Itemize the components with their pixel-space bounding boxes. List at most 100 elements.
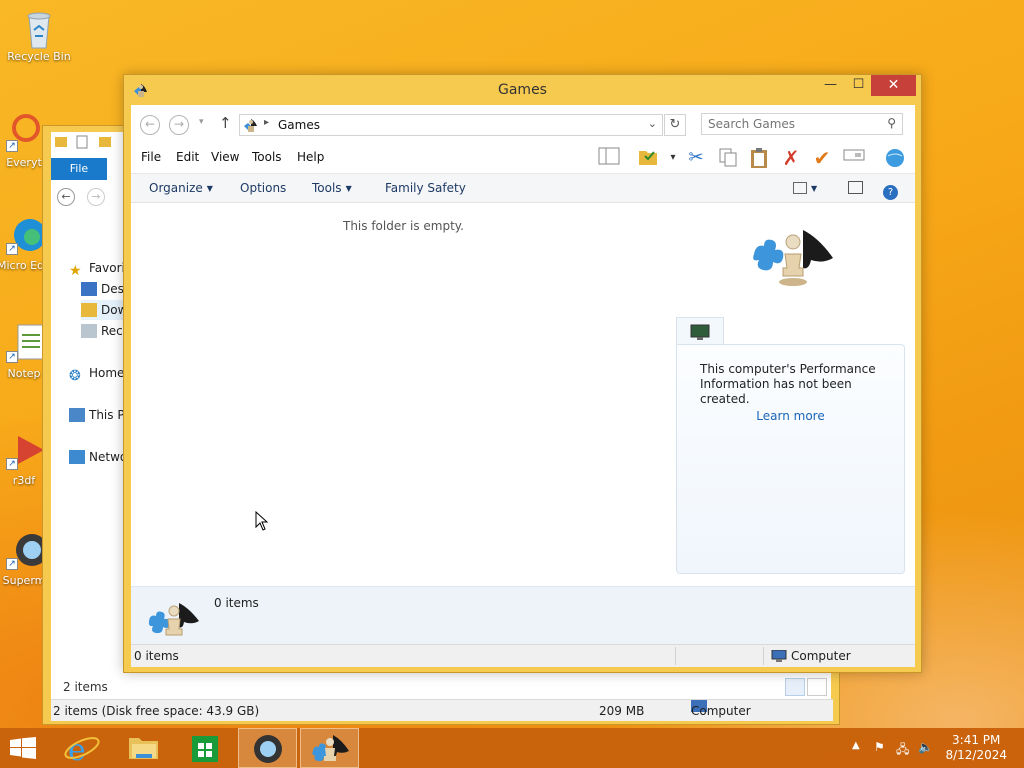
file-tab[interactable]: File [51,158,107,180]
computer-icon [69,408,85,422]
menu-file[interactable]: File [141,150,161,164]
svg-text:e: e [68,733,86,768]
r3df-icon: ↗ [4,430,44,470]
games-logo-icon [753,230,833,286]
taskbar-store[interactable] [176,728,235,768]
preview-pane-toggle[interactable] [848,181,863,195]
recent-locations-dropdown-icon[interactable]: ▾ [199,117,204,127]
recycle-bin-icon [19,6,59,49]
tools-button[interactable]: Tools ▼ [312,181,352,195]
options-button[interactable]: Options [240,181,286,195]
delete-icon[interactable]: ✗ [779,147,803,169]
mouse-cursor-icon [255,511,269,531]
downloads-folder-icon [81,303,97,317]
menu-tools[interactable]: Tools [252,150,282,164]
forward-arrow-icon[interactable]: → [169,115,189,135]
start-windows-icon[interactable] [10,737,36,759]
desktop-icon-label: Superm [2,574,46,587]
status-location: Computer [771,645,851,667]
taskbar: e ▲ ⚑ 🖧 🔈 3:41 PM 8/12/2024 [0,728,1024,768]
size-text: 209 MB [599,704,645,718]
view-toggle [783,678,827,699]
maximize-button[interactable]: ☐ [844,75,873,96]
tree-item-homegroup[interactable]: ❂ Home [69,363,124,384]
back-arrow-icon[interactable]: ← [57,188,75,206]
folder-icon [129,738,158,759]
quick-access-toolbar [55,134,115,152]
rename-icon[interactable] [842,147,866,169]
desktop-folder-icon [81,282,97,296]
forward-arrow-icon[interactable]: → [86,188,105,206]
organize-button[interactable]: Organize ▼ [149,181,213,195]
taskbar-games[interactable] [300,728,359,768]
performance-tab[interactable] [676,317,724,345]
games-window[interactable]: Games — ☐ ✕ ← → ▾ ↑ ▸ Games ⌄ ↻ ⚲ File [123,74,922,673]
menu-view[interactable]: View [211,150,239,164]
desktop-icon-label: r3df [12,474,36,487]
desktop-icon-label: Everyt [6,156,42,169]
paste-icon[interactable] [747,147,771,169]
taskbar-superm-app[interactable] [238,728,297,768]
action-center-flag-icon[interactable]: ⚑ [874,740,885,754]
breadcrumb-games[interactable]: Games [278,118,320,132]
taskbar-file-explorer[interactable] [114,728,173,768]
file-list-area[interactable]: This folder is empty. This computer's Pe… [131,204,915,586]
tree-item-network[interactable]: Netwo [69,447,127,467]
shortcut-arrow-icon: ↗ [6,458,18,470]
superm-icon [254,735,282,763]
monitor-icon [690,324,710,340]
store-icon [192,736,218,762]
shortcut-arrow-icon: ↗ [6,243,18,255]
minimize-button[interactable]: — [816,75,845,96]
menu-help[interactable]: Help [297,150,324,164]
copy-icon[interactable] [716,147,740,169]
search-icon[interactable]: ⚲ [887,116,896,130]
taskbar-internet-explorer[interactable]: e [52,728,111,768]
desktop-icon-recycle-bin[interactable]: Recycle Bin [1,6,77,63]
window-title: Games [498,82,547,98]
status-divider [763,647,764,665]
clock[interactable]: 3:41 PM 8/12/2024 [945,733,1007,763]
shortcut-arrow-icon: ↗ [6,351,18,363]
menu-edit[interactable]: Edit [176,150,199,164]
command-bar: Organize ▼ Options Tools ▼ Family Safety ▼… [131,173,915,203]
search-box[interactable]: ⚲ [701,113,903,135]
status-bar: 0 items Computer [131,644,915,667]
show-hidden-icons-icon[interactable]: ▲ [852,740,860,751]
title-bar[interactable]: Games — ☐ ✕ [124,75,921,105]
search-input[interactable] [708,117,876,131]
family-safety-button[interactable]: Family Safety [385,181,466,195]
learn-more-link[interactable]: Learn more [677,409,904,423]
details-item-count: 0 items [214,596,259,610]
breadcrumb-chevron-icon[interactable]: ▸ [264,117,269,128]
tree-item-this-pc[interactable]: This P [69,405,125,425]
cut-icon[interactable]: ✂ [684,147,708,169]
close-button[interactable]: ✕ [871,75,916,96]
refresh-icon[interactable]: ↻ [664,114,686,136]
address-dropdown-icon[interactable]: ⌄ [648,117,657,130]
view-list-icon [793,182,807,194]
folder-options-dropdown-icon[interactable]: ▾ [661,147,685,169]
shortcut-arrow-icon: ↗ [6,558,18,570]
network-icon[interactable]: 🖧 [896,740,909,761]
change-view-button[interactable]: ▼ [793,181,817,195]
back-arrow-icon[interactable]: ← [140,115,160,135]
games-logo-icon [148,603,199,636]
globe-icon[interactable] [883,147,907,169]
performance-panel: This computer's Performance Information … [676,344,905,574]
system-tray: ▲ ⚑ 🖧 🔈 3:41 PM 8/12/2024 [844,728,1024,768]
tree-item-favorites[interactable]: ★ Favori [69,258,125,279]
search-app-icon: ↗ [4,112,44,152]
properties-check-icon[interactable]: ✔ [810,147,834,169]
up-arrow-icon[interactable]: ↑ [219,114,232,132]
performance-message: This computer's Performance Information … [700,362,876,406]
large-icons-view-icon[interactable] [807,678,827,696]
help-button[interactable]: ? [883,181,898,200]
preview-pane-icon[interactable] [597,147,621,169]
clock-date: 8/12/2024 [945,748,1007,762]
volume-muted-icon[interactable]: 🔈 [918,740,933,754]
internet-explorer-icon: e [64,733,100,768]
address-bar[interactable]: ▸ Games ⌄ [239,114,663,136]
details-view-icon[interactable] [785,678,805,696]
folder-options-icon[interactable] [636,147,660,169]
